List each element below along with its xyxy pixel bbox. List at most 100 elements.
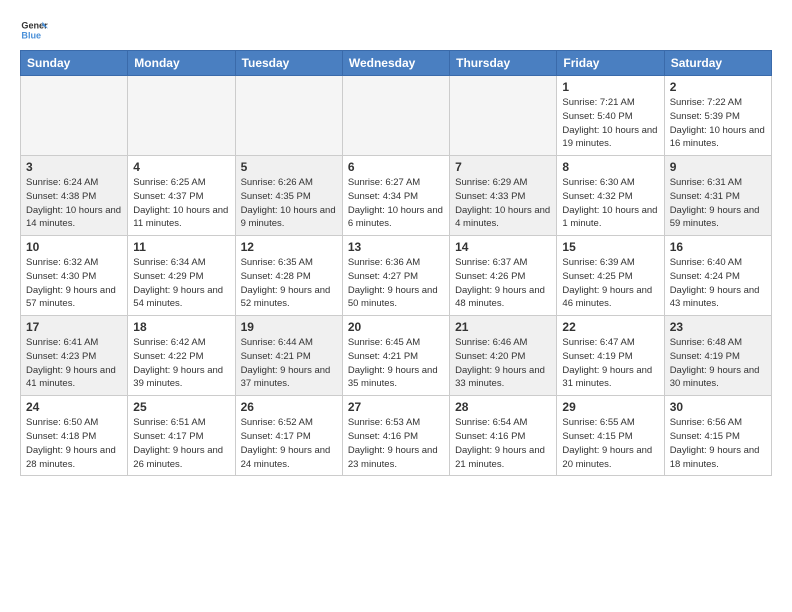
day-number: 4 — [133, 160, 229, 174]
day-number: 3 — [26, 160, 122, 174]
day-number: 27 — [348, 400, 444, 414]
day-number: 5 — [241, 160, 337, 174]
day-info: Sunrise: 6:35 AM Sunset: 4:28 PM Dayligh… — [241, 256, 337, 311]
day-number: 24 — [26, 400, 122, 414]
page-header: General Blue — [20, 16, 772, 44]
day-number: 10 — [26, 240, 122, 254]
day-info: Sunrise: 6:27 AM Sunset: 4:34 PM Dayligh… — [348, 176, 444, 231]
calendar-cell: 5 Sunrise: 6:26 AM Sunset: 4:35 PM Daylig… — [235, 156, 342, 236]
day-info: Sunrise: 6:39 AM Sunset: 4:25 PM Dayligh… — [562, 256, 658, 311]
day-info: Sunrise: 6:25 AM Sunset: 4:37 PM Dayligh… — [133, 176, 229, 231]
week-row-1: 1 Sunrise: 7:21 AM Sunset: 5:40 PM Daylig… — [21, 76, 772, 156]
day-number: 17 — [26, 320, 122, 334]
day-info: Sunrise: 6:46 AM Sunset: 4:20 PM Dayligh… — [455, 336, 551, 391]
day-info: Sunrise: 6:37 AM Sunset: 4:26 PM Dayligh… — [455, 256, 551, 311]
calendar-cell: 3 Sunrise: 6:24 AM Sunset: 4:38 PM Daylig… — [21, 156, 128, 236]
day-info: Sunrise: 6:42 AM Sunset: 4:22 PM Dayligh… — [133, 336, 229, 391]
day-info: Sunrise: 6:32 AM Sunset: 4:30 PM Dayligh… — [26, 256, 122, 311]
day-number: 15 — [562, 240, 658, 254]
day-number: 22 — [562, 320, 658, 334]
weekday-header-thursday: Thursday — [450, 51, 557, 76]
day-number: 30 — [670, 400, 766, 414]
day-number: 29 — [562, 400, 658, 414]
calendar-cell: 27 Sunrise: 6:53 AM Sunset: 4:16 PM Dayli… — [342, 396, 449, 476]
day-number: 18 — [133, 320, 229, 334]
calendar-cell — [21, 76, 128, 156]
day-number: 23 — [670, 320, 766, 334]
day-info: Sunrise: 6:45 AM Sunset: 4:21 PM Dayligh… — [348, 336, 444, 391]
day-number: 13 — [348, 240, 444, 254]
day-number: 20 — [348, 320, 444, 334]
calendar-cell: 21 Sunrise: 6:46 AM Sunset: 4:20 PM Dayli… — [450, 316, 557, 396]
day-number: 11 — [133, 240, 229, 254]
day-info: Sunrise: 6:54 AM Sunset: 4:16 PM Dayligh… — [455, 416, 551, 471]
calendar-cell: 13 Sunrise: 6:36 AM Sunset: 4:27 PM Dayli… — [342, 236, 449, 316]
weekday-header-row: SundayMondayTuesdayWednesdayThursdayFrid… — [21, 51, 772, 76]
week-row-4: 17 Sunrise: 6:41 AM Sunset: 4:23 PM Dayli… — [21, 316, 772, 396]
calendar-cell: 11 Sunrise: 6:34 AM Sunset: 4:29 PM Dayli… — [128, 236, 235, 316]
weekday-header-friday: Friday — [557, 51, 664, 76]
calendar-cell — [450, 76, 557, 156]
calendar-cell: 14 Sunrise: 6:37 AM Sunset: 4:26 PM Dayli… — [450, 236, 557, 316]
calendar-cell: 2 Sunrise: 7:22 AM Sunset: 5:39 PM Daylig… — [664, 76, 771, 156]
week-row-2: 3 Sunrise: 6:24 AM Sunset: 4:38 PM Daylig… — [21, 156, 772, 236]
day-info: Sunrise: 7:22 AM Sunset: 5:39 PM Dayligh… — [670, 96, 766, 151]
day-number: 25 — [133, 400, 229, 414]
day-info: Sunrise: 6:36 AM Sunset: 4:27 PM Dayligh… — [348, 256, 444, 311]
day-info: Sunrise: 6:29 AM Sunset: 4:33 PM Dayligh… — [455, 176, 551, 231]
calendar-table: SundayMondayTuesdayWednesdayThursdayFrid… — [20, 50, 772, 476]
calendar-cell: 26 Sunrise: 6:52 AM Sunset: 4:17 PM Dayli… — [235, 396, 342, 476]
day-number: 14 — [455, 240, 551, 254]
day-info: Sunrise: 6:31 AM Sunset: 4:31 PM Dayligh… — [670, 176, 766, 231]
weekday-header-tuesday: Tuesday — [235, 51, 342, 76]
day-number: 8 — [562, 160, 658, 174]
day-number: 16 — [670, 240, 766, 254]
calendar-cell: 29 Sunrise: 6:55 AM Sunset: 4:15 PM Dayli… — [557, 396, 664, 476]
day-info: Sunrise: 6:24 AM Sunset: 4:38 PM Dayligh… — [26, 176, 122, 231]
week-row-3: 10 Sunrise: 6:32 AM Sunset: 4:30 PM Dayli… — [21, 236, 772, 316]
day-info: Sunrise: 6:30 AM Sunset: 4:32 PM Dayligh… — [562, 176, 658, 231]
logo-icon: General Blue — [20, 16, 48, 44]
calendar-cell: 4 Sunrise: 6:25 AM Sunset: 4:37 PM Daylig… — [128, 156, 235, 236]
day-number: 2 — [670, 80, 766, 94]
day-info: Sunrise: 6:41 AM Sunset: 4:23 PM Dayligh… — [26, 336, 122, 391]
calendar-cell: 30Sunrise: 6:56 AM Sunset: 4:15 PM Dayli… — [664, 396, 771, 476]
day-number: 9 — [670, 160, 766, 174]
day-info: Sunrise: 6:52 AM Sunset: 4:17 PM Dayligh… — [241, 416, 337, 471]
day-info: Sunrise: 7:21 AM Sunset: 5:40 PM Dayligh… — [562, 96, 658, 151]
calendar-cell: 24Sunrise: 6:50 AM Sunset: 4:18 PM Dayli… — [21, 396, 128, 476]
day-number: 28 — [455, 400, 551, 414]
calendar-cell: 25 Sunrise: 6:51 AM Sunset: 4:17 PM Dayli… — [128, 396, 235, 476]
calendar-cell: 1 Sunrise: 7:21 AM Sunset: 5:40 PM Daylig… — [557, 76, 664, 156]
day-number: 21 — [455, 320, 551, 334]
calendar-cell: 16 Sunrise: 6:40 AM Sunset: 4:24 PM Dayli… — [664, 236, 771, 316]
day-number: 1 — [562, 80, 658, 94]
weekday-header-monday: Monday — [128, 51, 235, 76]
day-info: Sunrise: 6:26 AM Sunset: 4:35 PM Dayligh… — [241, 176, 337, 231]
calendar-cell: 18 Sunrise: 6:42 AM Sunset: 4:22 PM Dayli… — [128, 316, 235, 396]
day-number: 7 — [455, 160, 551, 174]
day-info: Sunrise: 6:40 AM Sunset: 4:24 PM Dayligh… — [670, 256, 766, 311]
day-info: Sunrise: 6:53 AM Sunset: 4:16 PM Dayligh… — [348, 416, 444, 471]
calendar-cell — [342, 76, 449, 156]
day-number: 26 — [241, 400, 337, 414]
week-row-5: 24Sunrise: 6:50 AM Sunset: 4:18 PM Dayli… — [21, 396, 772, 476]
calendar-cell: 20 Sunrise: 6:45 AM Sunset: 4:21 PM Dayli… — [342, 316, 449, 396]
day-info: Sunrise: 6:34 AM Sunset: 4:29 PM Dayligh… — [133, 256, 229, 311]
calendar-cell — [235, 76, 342, 156]
day-info: Sunrise: 6:47 AM Sunset: 4:19 PM Dayligh… — [562, 336, 658, 391]
logo: General Blue — [20, 16, 48, 44]
calendar-cell: 6 Sunrise: 6:27 AM Sunset: 4:34 PM Daylig… — [342, 156, 449, 236]
calendar-cell: 7 Sunrise: 6:29 AM Sunset: 4:33 PM Daylig… — [450, 156, 557, 236]
day-number: 6 — [348, 160, 444, 174]
calendar-cell: 28 Sunrise: 6:54 AM Sunset: 4:16 PM Dayli… — [450, 396, 557, 476]
day-number: 19 — [241, 320, 337, 334]
day-info: Sunrise: 6:55 AM Sunset: 4:15 PM Dayligh… — [562, 416, 658, 471]
calendar-cell: 22 Sunrise: 6:47 AM Sunset: 4:19 PM Dayli… — [557, 316, 664, 396]
calendar-cell: 8 Sunrise: 6:30 AM Sunset: 4:32 PM Daylig… — [557, 156, 664, 236]
calendar-cell: 23Sunrise: 6:48 AM Sunset: 4:19 PM Dayli… — [664, 316, 771, 396]
calendar-cell: 12Sunrise: 6:35 AM Sunset: 4:28 PM Dayli… — [235, 236, 342, 316]
calendar-cell — [128, 76, 235, 156]
calendar-cell: 9 Sunrise: 6:31 AM Sunset: 4:31 PM Daylig… — [664, 156, 771, 236]
day-info: Sunrise: 6:51 AM Sunset: 4:17 PM Dayligh… — [133, 416, 229, 471]
